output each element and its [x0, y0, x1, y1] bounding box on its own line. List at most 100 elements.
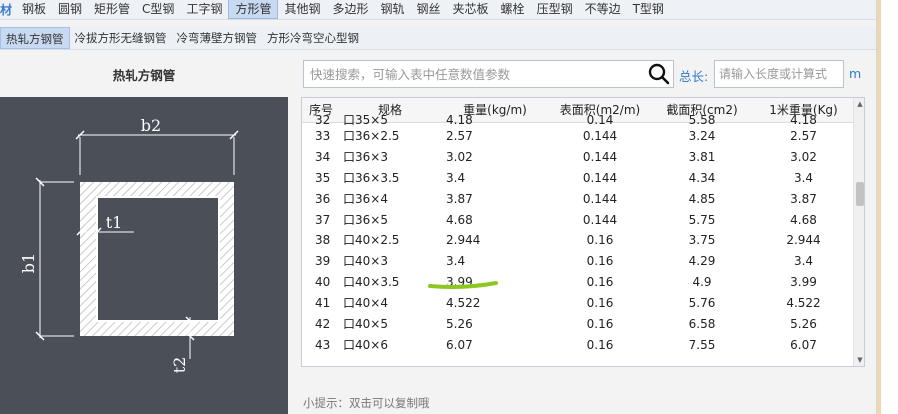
total-length-input[interactable]: [714, 60, 844, 88]
table-cell[interactable]: 33: [302, 126, 340, 147]
table-cell[interactable]: 38: [302, 230, 340, 251]
table-cell[interactable]: 34: [302, 147, 340, 168]
table-cell[interactable]: 5.26: [754, 314, 853, 335]
table-cell[interactable]: 36: [302, 189, 340, 210]
table-cell[interactable]: 0.16: [550, 272, 650, 293]
table-cell[interactable]: 4.522: [754, 293, 853, 314]
table-cell[interactable]: 5.76: [650, 293, 754, 314]
table-cell[interactable]: 口36×3.5: [340, 168, 440, 189]
table-cell[interactable]: 4.9: [650, 272, 754, 293]
category-tab[interactable]: C型钢: [136, 0, 180, 19]
table-cell[interactable]: 口40×6: [340, 335, 440, 356]
category-tab[interactable]: 钢轨: [375, 0, 411, 19]
category-tab[interactable]: 钢板: [16, 0, 52, 19]
table-cell[interactable]: 4.34: [650, 168, 754, 189]
category-tab[interactable]: 工字钢: [180, 0, 228, 19]
table-row[interactable]: 40 口40×3.5 3.99 0.16 4.9 3.99: [302, 272, 853, 293]
table-cell[interactable]: 0.16: [550, 293, 650, 314]
table-row[interactable]: 35 口36×3.5 3.4 0.144 4.34 3.4: [302, 168, 853, 189]
table-cell[interactable]: 0.16: [550, 314, 650, 335]
table-cell[interactable]: 2.944: [754, 230, 853, 251]
table-row[interactable]: 39 口40×3 3.4 0.16 4.29 3.4: [302, 251, 853, 272]
table-cell[interactable]: 0.16: [550, 335, 650, 356]
table-cell[interactable]: 口36×5: [340, 210, 440, 231]
category-tab[interactable]: 不等边: [579, 0, 627, 19]
subcategory-tab[interactable]: 热轧方钢管: [0, 26, 70, 49]
table-cell[interactable]: 0.144: [550, 126, 650, 147]
table-cell[interactable]: 39: [302, 251, 340, 272]
table-cell[interactable]: 口36×4: [340, 189, 440, 210]
category-tab[interactable]: 夹芯板: [447, 0, 495, 19]
scroll-up-arrow-icon[interactable]: ▲: [854, 98, 864, 110]
table-cell[interactable]: 3.02: [440, 147, 550, 168]
table-cell[interactable]: 4.522: [440, 293, 550, 314]
table-cell[interactable]: 7.55: [650, 335, 754, 356]
table-cell[interactable]: 0.16: [550, 230, 650, 251]
table-cell[interactable]: 3.4: [754, 251, 853, 272]
table-cell[interactable]: 4.18: [754, 114, 853, 126]
category-tab[interactable]: T型钢: [627, 0, 670, 19]
table-cell[interactable]: 3.4: [754, 168, 853, 189]
table-cell[interactable]: 口40×2.5: [340, 230, 440, 251]
table-cell[interactable]: 0.144: [550, 147, 650, 168]
table-cell[interactable]: 3.87: [440, 189, 550, 210]
table-cell[interactable]: 口40×3: [340, 251, 440, 272]
table-scrollbar[interactable]: ▲ ▼: [853, 98, 864, 366]
table-cell[interactable]: 口40×5: [340, 314, 440, 335]
table-row[interactable]: 32 口35×5 4.18 0.14 5.58 4.18: [302, 114, 853, 126]
search-input[interactable]: [304, 61, 645, 87]
table-row[interactable]: 34 口36×3 3.02 0.144 3.81 3.02: [302, 147, 853, 168]
subcategory-tab[interactable]: 冷拔方形无缝钢管: [70, 27, 172, 49]
table-cell[interactable]: 6.07: [754, 335, 853, 356]
category-tab[interactable]: 螺栓: [495, 0, 531, 19]
table-cell[interactable]: 4.68: [754, 210, 853, 231]
table-cell[interactable]: 5.26: [440, 314, 550, 335]
table-cell[interactable]: 42: [302, 314, 340, 335]
table-cell[interactable]: 口35×5: [340, 114, 440, 126]
table-cell[interactable]: 40: [302, 272, 340, 293]
scrollbar-thumb[interactable]: [856, 182, 864, 206]
table-cell[interactable]: 3.81: [650, 147, 754, 168]
table-cell[interactable]: 41: [302, 293, 340, 314]
table-cell[interactable]: 43: [302, 335, 340, 356]
table-cell[interactable]: 5.75: [650, 210, 754, 231]
table-cell[interactable]: 0.16: [550, 251, 650, 272]
category-tab[interactable]: 圆钢: [52, 0, 88, 19]
table-cell[interactable]: 0.144: [550, 210, 650, 231]
category-tab[interactable]: 多边形: [326, 0, 374, 19]
table-cell[interactable]: 3.24: [650, 126, 754, 147]
table-row[interactable]: 42 口40×5 5.26 0.16 6.58 5.26: [302, 314, 853, 335]
table-cell[interactable]: 5.58: [650, 114, 754, 126]
table-cell[interactable]: 口40×3.5: [340, 272, 440, 293]
table-cell[interactable]: 4.68: [440, 210, 550, 231]
table-cell[interactable]: 6.07: [440, 335, 550, 356]
table-cell[interactable]: 4.85: [650, 189, 754, 210]
table-cell[interactable]: 3.02: [754, 147, 853, 168]
category-tab[interactable]: 压型钢: [531, 0, 579, 19]
table-cell[interactable]: 3.87: [754, 189, 853, 210]
table-cell[interactable]: 32: [302, 114, 340, 126]
table-cell[interactable]: 4.18: [440, 114, 550, 126]
table-cell[interactable]: 口36×3: [340, 147, 440, 168]
table-row[interactable]: 33 口36×2.5 2.57 0.144 3.24 2.57: [302, 126, 853, 147]
table-row[interactable]: 41 口40×4 4.522 0.16 5.76 4.522: [302, 293, 853, 314]
table-row[interactable]: 37 口36×5 4.68 0.144 5.75 4.68: [302, 210, 853, 231]
subcategory-tab[interactable]: 方形冷弯空心型钢: [262, 27, 364, 49]
table-cell[interactable]: 0.144: [550, 189, 650, 210]
table-cell[interactable]: 3.75: [650, 230, 754, 251]
table-cell[interactable]: 37: [302, 210, 340, 231]
table-row[interactable]: 43 口40×6 6.07 0.16 7.55 6.07: [302, 335, 853, 356]
table-cell[interactable]: 3.99: [754, 272, 853, 293]
table-cell[interactable]: 2.944: [440, 230, 550, 251]
table-cell[interactable]: 4.29: [650, 251, 754, 272]
table-cell[interactable]: 2.57: [754, 126, 853, 147]
table-cell[interactable]: 35: [302, 168, 340, 189]
table-cell[interactable]: 2.57: [440, 126, 550, 147]
table-cell[interactable]: 口40×4: [340, 293, 440, 314]
category-tab[interactable]: 钢丝: [411, 0, 447, 19]
category-tab[interactable]: 矩形管: [88, 0, 136, 19]
scroll-down-arrow-icon[interactable]: ▼: [854, 354, 864, 366]
table-row[interactable]: 38 口40×2.5 2.944 0.16 3.75 2.944: [302, 230, 853, 251]
category-tab[interactable]: 方形管: [228, 0, 279, 19]
table-cell[interactable]: 3.4: [440, 251, 550, 272]
